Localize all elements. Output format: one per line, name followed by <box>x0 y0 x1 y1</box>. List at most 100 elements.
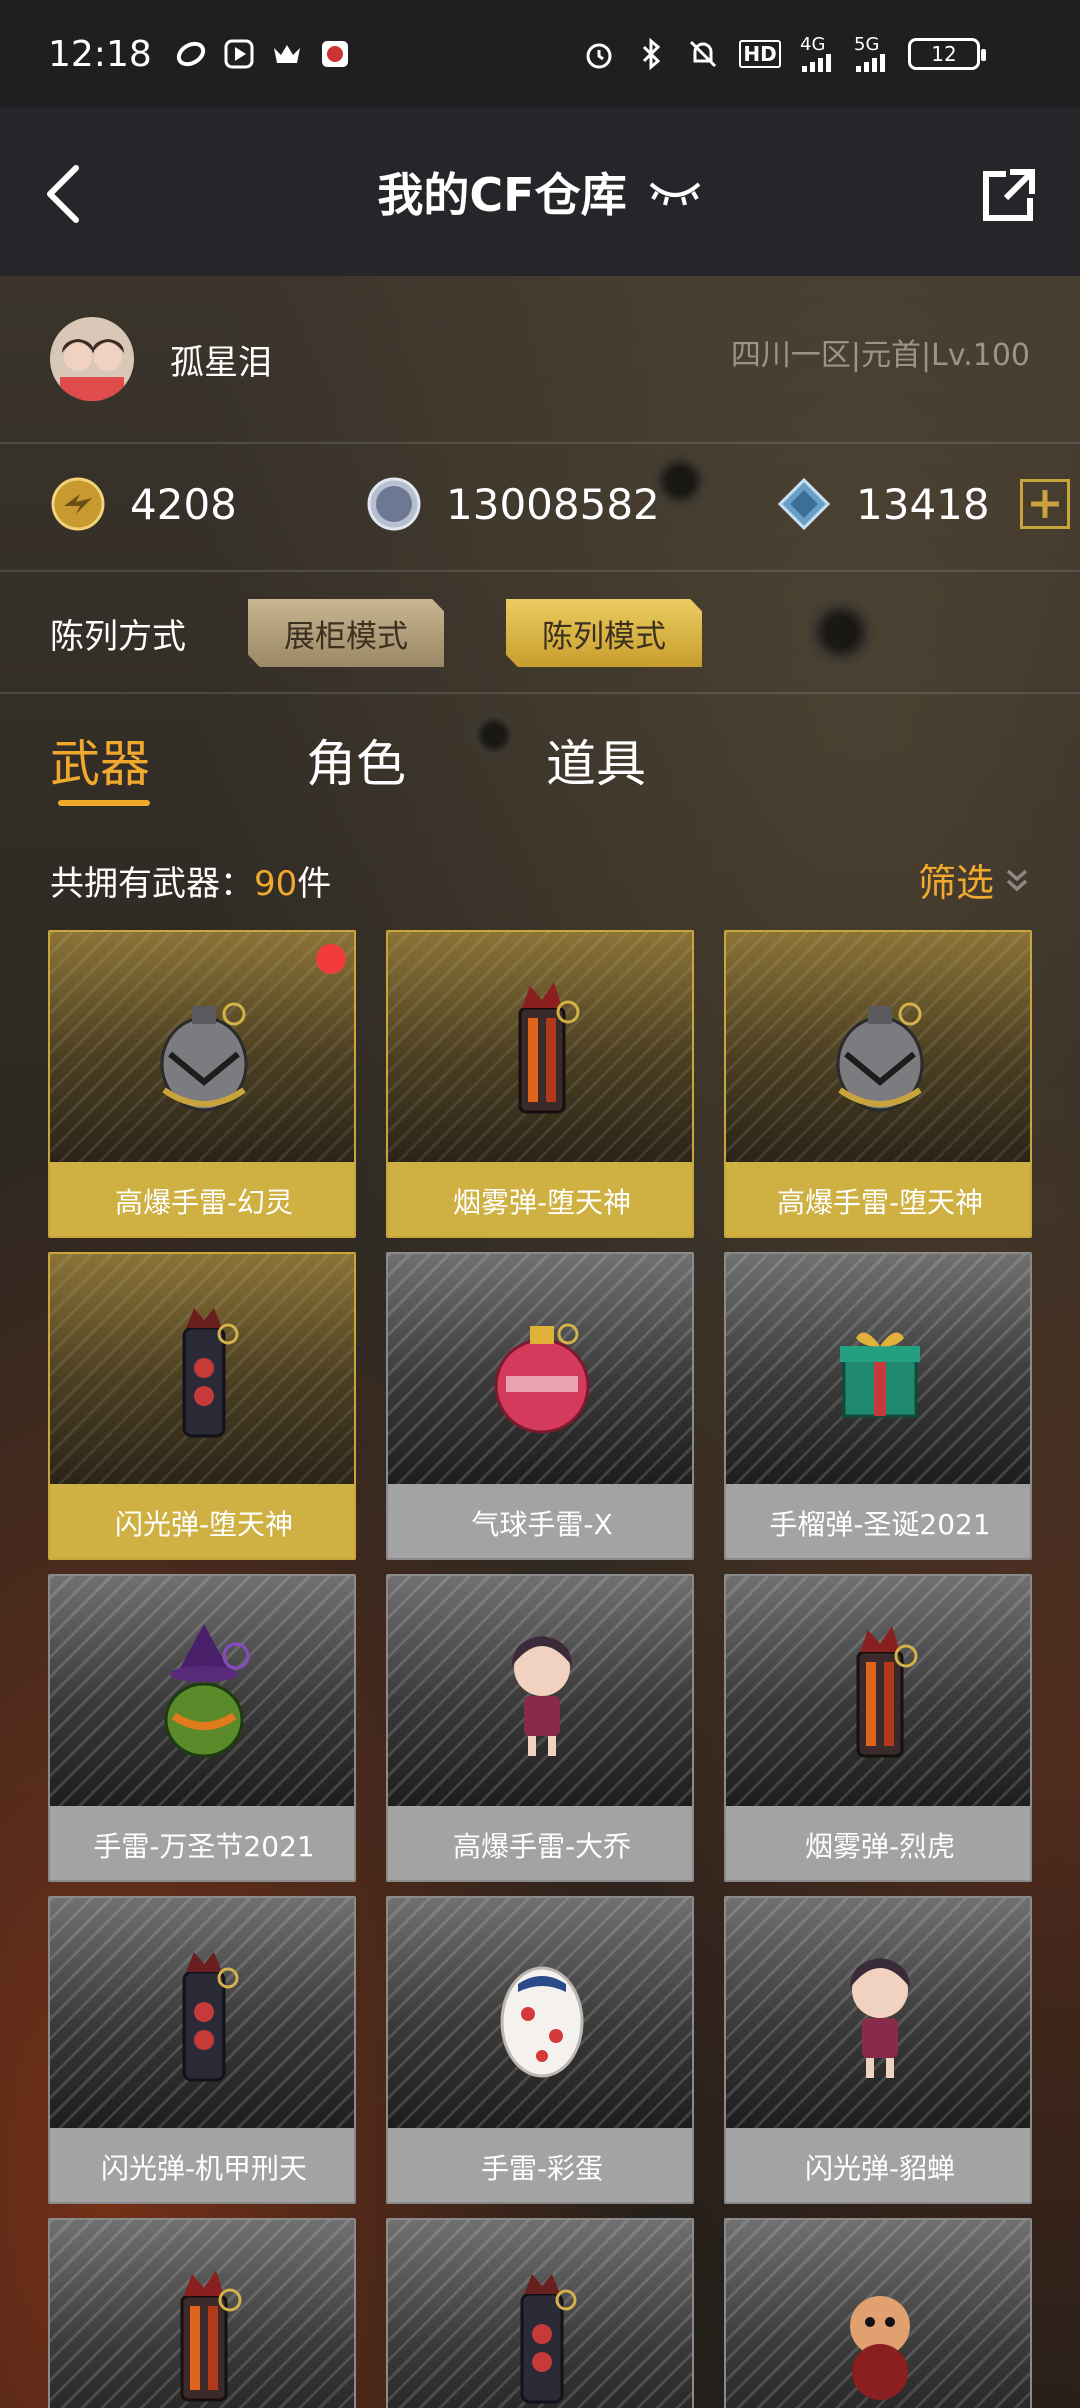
add-diamonds-button[interactable] <box>1019 479 1070 529</box>
avatar[interactable] <box>50 317 134 401</box>
weapon-card-name: 气球手雷-X <box>388 1484 692 1558</box>
gp-coin-icon <box>367 477 421 531</box>
share-button[interactable] <box>980 166 1038 224</box>
weapon-card[interactable]: 烟雾弹-堕天神 <box>386 930 694 1238</box>
tab-items[interactable]: 道具 <box>546 724 646 796</box>
weapon-card-image-area <box>726 1576 1030 1806</box>
bluetooth-icon <box>634 37 668 71</box>
weapon-card-name: 高爆手雷-大乔 <box>388 1806 692 1880</box>
weapon-card-image-area <box>726 2220 1030 2408</box>
server-level-info: 四川一区|元首|Lv.100 <box>730 338 1030 373</box>
balloon-grenade-icon <box>472 1294 612 1444</box>
character-grenade-icon <box>810 2260 950 2408</box>
weapon-card-image-area <box>50 1576 354 1806</box>
tab-weapons[interactable]: 武器 <box>50 724 150 796</box>
game-app-icon <box>318 37 352 71</box>
app-notification-icon <box>174 37 208 71</box>
signal-5g: 5G <box>854 36 890 72</box>
weapon-card[interactable]: 闪光弹-堕天神 <box>48 1252 356 1560</box>
diamond-icon <box>777 477 831 531</box>
signal-4g: 4G <box>800 36 836 72</box>
display-mode-row: 陈列方式 展柜模式 陈列模式 <box>0 574 1080 694</box>
weapon-card[interactable]: 闪光弹-貂蝉 <box>724 1896 1032 2204</box>
weapon-card[interactable]: 闪光弹-机甲刑天 <box>48 1896 356 2204</box>
weapon-card[interactable]: 高爆手雷-大乔 <box>386 1574 694 1882</box>
weapon-card-image-area <box>388 1576 692 1806</box>
cf-coin-icon <box>51 477 105 531</box>
doll-icon <box>472 1616 612 1766</box>
back-button[interactable] <box>38 158 98 228</box>
grenade-icon <box>810 972 950 1122</box>
page-title: 我的CF仓库 <box>377 168 627 222</box>
showcase-mode-button[interactable]: 展柜模式 <box>248 599 444 667</box>
weapon-card[interactable]: 烟雾弹-烈虎 <box>724 1574 1032 1882</box>
weapon-card-image-area <box>50 1254 354 1484</box>
grenade-icon <box>134 972 274 1122</box>
chevron-left-icon <box>47 165 79 223</box>
gp-points-value: 13008582 <box>446 479 660 529</box>
smoke-grenade-icon <box>472 972 612 1122</box>
weapon-card-name: 闪光弹-堕天神 <box>50 1484 354 1558</box>
weapon-card[interactable]: 手雷-万圣节2021 <box>48 1574 356 1882</box>
weapon-card-image-area <box>50 1898 354 2128</box>
status-system-icons: HD 4G 5G 12 <box>582 0 986 108</box>
weapon-card[interactable]: 手雷-彩蛋 <box>386 1896 694 2204</box>
weapon-card-image-area <box>388 1898 692 2128</box>
weapon-card[interactable]: 高爆手雷-幻灵 <box>48 930 356 1238</box>
weapon-card[interactable] <box>48 2218 356 2408</box>
weapon-card[interactable]: 高爆手雷-堕天神 <box>724 930 1032 1238</box>
weapon-card-name: 手雷-万圣节2021 <box>50 1806 354 1880</box>
cf-points-value: 4208 <box>130 479 237 529</box>
weapon-card-name: 高爆手雷-幻灵 <box>50 1162 354 1236</box>
diamonds: 13418 <box>776 476 1070 532</box>
alarm-icon <box>582 37 616 71</box>
weapon-card-name: 烟雾弹-烈虎 <box>726 1806 1030 1880</box>
smoke-grenade-icon <box>134 2260 274 2408</box>
chevron-double-down-icon <box>1006 869 1028 891</box>
tab-characters[interactable]: 角色 <box>306 724 406 796</box>
hide-eye-icon[interactable] <box>647 174 703 210</box>
display-mode-label: 陈列方式 <box>50 616 186 657</box>
diamonds-value: 13418 <box>856 479 990 529</box>
weapon-card-image-area <box>726 1254 1030 1484</box>
weapon-card[interactable] <box>724 2218 1032 2408</box>
app-header: 我的CF仓库 <box>0 108 1080 276</box>
mute-bell-icon <box>686 37 720 71</box>
hd-icon: HD <box>738 37 782 71</box>
active-tab-indicator <box>58 800 150 806</box>
flashbang-icon <box>134 1294 274 1444</box>
weapon-card-image-area <box>388 2220 692 2408</box>
gp-points: 13008582 <box>366 476 660 532</box>
egg-icon <box>472 1938 612 2088</box>
weapon-card-name: 烟雾弹-堕天神 <box>388 1162 692 1236</box>
status-bar: 12:18 HD 4G 5G 12 <box>0 0 1080 108</box>
weapon-card[interactable]: 手榴弹-圣诞2021 <box>724 1252 1032 1560</box>
status-notification-icons <box>174 37 352 71</box>
plus-icon <box>1030 490 1059 518</box>
flashbang-icon <box>472 2260 612 2408</box>
weapon-count-number: 90 <box>254 864 298 904</box>
weapon-card-image-area <box>726 1898 1030 2128</box>
weapon-card-name: 手榴弹-圣诞2021 <box>726 1484 1030 1558</box>
share-icon <box>983 169 1035 221</box>
pumpkin-grenade-icon <box>134 1616 274 1766</box>
weapon-card-name: 高爆手雷-堕天神 <box>726 1162 1030 1236</box>
user-info-row: 孤星泪 四川一区|元首|Lv.100 <box>0 276 1080 444</box>
filter-button[interactable]: 筛选 <box>918 852 1030 907</box>
weapon-card-image-area <box>388 1254 692 1484</box>
weapon-card-image-area <box>50 932 354 1162</box>
currency-row: 4208 13008582 13418 <box>0 446 1080 572</box>
username: 孤星泪 <box>170 342 272 383</box>
weapon-count: 共拥有武器：90件 <box>50 864 332 904</box>
weapon-card-image-area <box>50 2220 354 2408</box>
weapon-card-name: 手雷-彩蛋 <box>388 2128 692 2202</box>
category-tabs: 武器 角色 道具 <box>0 694 1080 812</box>
weapon-card[interactable] <box>386 2218 694 2408</box>
weapon-card-image-area <box>388 932 692 1162</box>
weapon-card-image-area <box>726 932 1030 1162</box>
list-mode-button[interactable]: 陈列模式 <box>506 599 702 667</box>
warehouse-content: 孤星泪 四川一区|元首|Lv.100 4208 13008582 13418 陈… <box>0 276 1080 2408</box>
weapon-card-name: 闪光弹-貂蝉 <box>726 2128 1030 2202</box>
crown-icon <box>270 37 304 71</box>
weapon-card[interactable]: 气球手雷-X <box>386 1252 694 1560</box>
